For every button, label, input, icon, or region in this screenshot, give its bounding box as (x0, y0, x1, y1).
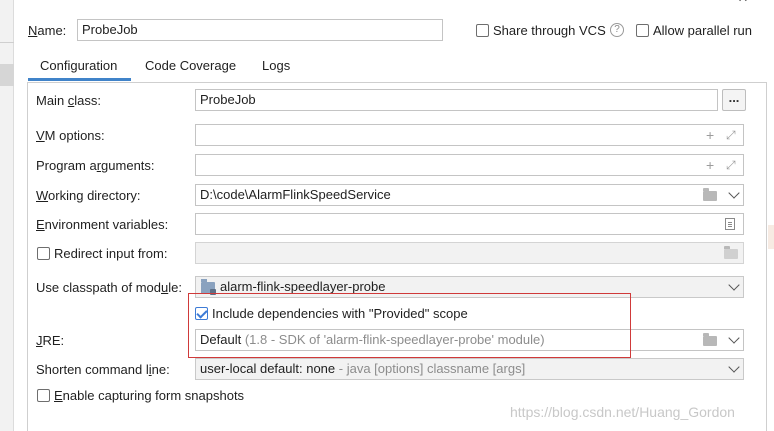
vm-options-label: VM options: (36, 128, 105, 143)
shorten-value: user-local default: none (200, 361, 336, 376)
redirect-input-label[interactable]: Redirect input from: (54, 245, 167, 263)
vm-options-field[interactable] (195, 124, 744, 146)
browse-main-class-button[interactable]: ... (722, 89, 746, 111)
watermark: https://blog.csdn.net/Huang_Gordon (510, 404, 735, 420)
env-vars-label: Environment variables: (36, 217, 169, 232)
program-args-label: Program arguments: (36, 158, 155, 173)
allow-parallel-label[interactable]: Allow parallel run (653, 22, 752, 40)
main-class-field[interactable]: ProbeJob (195, 89, 718, 111)
program-args-field[interactable] (195, 154, 744, 176)
tree-selected-item[interactable] (0, 64, 14, 86)
enable-snapshots-label[interactable]: Enable capturing form snapshots (54, 387, 244, 405)
name-label: Name: (28, 23, 67, 38)
env-vars-field[interactable] (195, 213, 744, 235)
folder-icon (724, 246, 738, 259)
help-icon[interactable]: ? (610, 23, 624, 37)
shorten-label: Shorten command line: (36, 362, 170, 377)
tree-divider (0, 42, 14, 43)
folder-icon[interactable] (703, 188, 717, 201)
share-vcs-checkbox[interactable] (476, 24, 489, 37)
close-icon[interactable]: ✕ (736, 0, 750, 6)
tab-logs[interactable]: Logs (262, 57, 290, 75)
main-class-label: Main class: (36, 93, 102, 108)
edit-env-icon[interactable] (725, 218, 735, 230)
classpath-label: Use classpath of module: (36, 280, 182, 295)
active-tab-indicator (28, 78, 131, 81)
redirect-input-checkbox[interactable] (37, 247, 50, 260)
share-vcs-label[interactable]: Share through VCS (493, 22, 606, 40)
tab-code-coverage[interactable]: Code Coverage (145, 57, 236, 75)
tab-configuration[interactable]: Configuration (40, 57, 117, 75)
shorten-select[interactable]: user-local default: none - java [options… (195, 358, 744, 380)
expand-icon[interactable]: ⤢ (726, 158, 736, 172)
allow-parallel-checkbox[interactable] (636, 24, 649, 37)
working-dir-field[interactable]: D:\code\AlarmFlinkSpeedService (195, 184, 744, 206)
annotation-highlight-box (188, 293, 631, 358)
redirect-input-field (195, 242, 744, 264)
jre-label: JRE: (36, 333, 65, 348)
config-tree-strip (0, 0, 14, 431)
working-dir-label: Working directory: (36, 188, 141, 203)
name-field[interactable]: ProbeJob (77, 19, 443, 41)
folder-icon[interactable] (703, 333, 717, 346)
add-icon[interactable]: + (706, 128, 714, 142)
expand-icon[interactable]: ⤢ (726, 128, 736, 142)
shorten-detail: - java [options] classname [args] (338, 361, 526, 376)
enable-snapshots-checkbox[interactable] (37, 389, 50, 402)
background-peek (768, 225, 774, 249)
add-icon[interactable]: + (706, 158, 714, 172)
